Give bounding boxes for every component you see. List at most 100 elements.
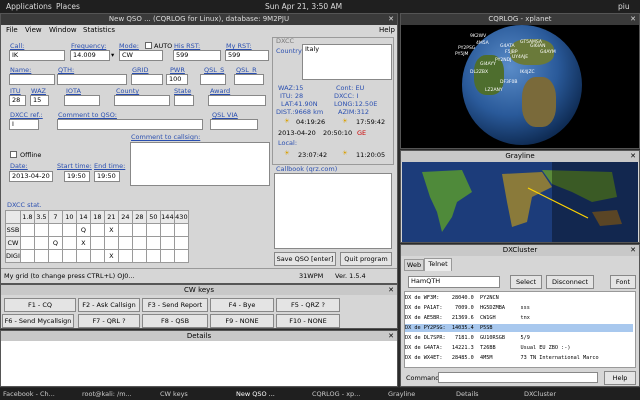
iota-select[interactable]: [64, 95, 100, 106]
close-icon[interactable]: ✕: [388, 285, 394, 295]
clock[interactable]: Sun Apr 21, 3:50 AM: [265, 2, 342, 11]
frequency-dropdown-icon[interactable]: ▾: [111, 51, 114, 59]
cw-key-f2[interactable]: F2 - Ask Callsign: [78, 298, 140, 312]
auto-checkbox[interactable]: [145, 42, 152, 49]
command-input[interactable]: [438, 372, 598, 383]
spot-row[interactable]: DX de PY2PSG: 14035.4 P5SB: [405, 324, 633, 332]
taskbar-terminal[interactable]: root@kali: /m...: [82, 390, 132, 398]
cw-keys-titlebar[interactable]: CW keys ✕: [1, 285, 397, 295]
cw-key-f9[interactable]: F9 - NONE: [210, 314, 274, 328]
frequency-input[interactable]: 14.009: [70, 50, 110, 61]
details-titlebar[interactable]: Details ✕: [1, 331, 397, 341]
close-icon[interactable]: ✕: [630, 14, 636, 25]
qsl-r-select[interactable]: [234, 74, 264, 85]
station-label: PY2PSG: [458, 46, 476, 51]
cw-key-f4[interactable]: F4 - Bye: [210, 298, 274, 312]
state-input[interactable]: [174, 95, 194, 106]
taskbar-facebook[interactable]: Facebook - Ch...: [3, 390, 55, 398]
close-icon[interactable]: ✕: [630, 245, 636, 256]
save-qso-button[interactable]: Save QSO [enter]: [274, 252, 336, 266]
applications-menu[interactable]: Applications: [6, 2, 52, 11]
taskbar-xplanet[interactable]: CQRLOG - xp...: [312, 390, 360, 398]
distance-value: DIST.:9668 km: [276, 108, 324, 116]
quit-program-button[interactable]: Quit program: [340, 252, 392, 266]
start-time-input[interactable]: 19:50: [64, 171, 90, 182]
taskbar-grayline[interactable]: Grayline: [388, 390, 415, 398]
xplanet-title: CQRLOG - xplanet: [488, 15, 552, 23]
disconnect-button[interactable]: Disconnect: [546, 275, 594, 289]
taskbar-dxcluster[interactable]: DXCluster: [524, 390, 556, 398]
tab-telnet[interactable]: Telnet: [424, 258, 452, 271]
menubar: File View Window Statistics Help: [1, 25, 397, 35]
grid-input[interactable]: [131, 74, 163, 85]
help-button[interactable]: Help: [604, 371, 636, 385]
station-label: PY5JM: [455, 52, 469, 57]
cw-key-f5[interactable]: F5 - QRZ ?: [276, 298, 340, 312]
spot-row[interactable]: DX de AE5BR: 21369.6 CW1GH tnx: [405, 314, 633, 322]
end-time-input[interactable]: 19:50: [94, 171, 120, 182]
spot-row[interactable]: DX de WF3M: 28040.0 PY2NCN: [405, 294, 633, 302]
menu-view[interactable]: View: [25, 25, 42, 35]
date-label: Date:: [10, 162, 28, 170]
his-rst-input[interactable]: 599: [173, 50, 221, 61]
close-icon[interactable]: ✕: [388, 331, 394, 341]
tab-web[interactable]: Web: [404, 259, 424, 271]
taskbar-cw-keys[interactable]: CW keys: [160, 390, 188, 398]
taskbar-new-qso[interactable]: New QSO ...: [236, 390, 275, 398]
local-sunrise-icon: ☀: [284, 149, 290, 157]
font-button[interactable]: Font: [610, 275, 636, 289]
grayline-titlebar[interactable]: Grayline ✕: [401, 151, 639, 162]
xplanet-titlebar[interactable]: CQRLOG - xplanet ✕: [401, 14, 639, 25]
my-rst-input[interactable]: 599: [225, 50, 269, 61]
pwr-input[interactable]: 100: [166, 74, 188, 85]
menu-file[interactable]: File: [6, 25, 18, 35]
cw-key-f1[interactable]: F1 - CQ: [4, 298, 76, 312]
frequency-label: Frequency:: [71, 42, 107, 50]
call-input[interactable]: IK: [9, 50, 65, 61]
menu-statistics[interactable]: Statistics: [83, 25, 115, 35]
dxcluster-titlebar[interactable]: DXCluster ✕: [401, 245, 639, 256]
spot-row[interactable]: DX de PA1AT: 7009.0 HG5DZMBA sss: [405, 304, 633, 312]
county-label: County: [116, 87, 140, 95]
comment-qso-label: Comment to QSO:: [58, 111, 117, 119]
waz-input[interactable]: 15: [30, 95, 49, 106]
menu-window[interactable]: Window: [49, 25, 77, 35]
close-icon[interactable]: ✕: [630, 151, 636, 162]
comment-callsign-textarea[interactable]: [130, 142, 270, 186]
grid-label: GRID: [132, 66, 149, 74]
date-input[interactable]: 2013-04-20: [9, 171, 53, 182]
grayline-map: [402, 162, 638, 242]
qsl-via-input[interactable]: [210, 119, 258, 130]
cluster-host-input[interactable]: HamQTH: [408, 276, 500, 288]
select-button[interactable]: Select: [510, 275, 542, 289]
offline-checkbox[interactable]: [10, 151, 17, 158]
station-label: 4M5A: [476, 41, 489, 46]
cw-key-f7[interactable]: F7 - QRL ?: [78, 314, 140, 328]
taskbar-details[interactable]: Details: [456, 390, 479, 398]
menu-help[interactable]: Help: [379, 25, 395, 35]
name-input[interactable]: [9, 74, 55, 85]
cw-key-f10[interactable]: F10 - NONE: [276, 314, 340, 328]
spot-row[interactable]: DX de WX4ET: 28485.0 4M5M 73 TN Internat…: [405, 354, 633, 362]
comment-qso-input[interactable]: [57, 119, 203, 130]
qsl-s-label: QSL_S: [204, 66, 225, 74]
qth-input[interactable]: [57, 74, 127, 85]
cw-key-f8[interactable]: F8 - QSB: [142, 314, 208, 328]
close-icon[interactable]: ✕: [388, 14, 394, 25]
mode-select[interactable]: CW: [119, 50, 163, 61]
cw-key-f3[interactable]: F3 - Send Report: [142, 298, 208, 312]
qsl-s-select[interactable]: [200, 74, 226, 85]
last-qso-date: 2013-04-20: [278, 129, 316, 137]
spot-row[interactable]: DX de DL7SPR: 7181.0 GU10RSGB 5/9: [405, 334, 633, 342]
dxcc-cell: X: [103, 249, 119, 263]
user-menu[interactable]: piu: [618, 2, 630, 11]
itu-input[interactable]: 28: [9, 95, 26, 106]
call-label: Call:: [10, 42, 25, 50]
county-input[interactable]: [114, 95, 170, 106]
places-menu[interactable]: Places: [56, 2, 80, 11]
spot-row[interactable]: DX de G4ATA: 14221.3 T26BB Usual EU ZBO …: [405, 344, 633, 352]
new-qso-titlebar[interactable]: New QSO ... (CQRLOG for Linux), database…: [1, 14, 397, 25]
award-input[interactable]: [208, 95, 266, 106]
cw-key-f6[interactable]: F6 - Send Mycallsign: [2, 314, 74, 328]
dxcc-ref-input[interactable]: I: [9, 119, 39, 130]
